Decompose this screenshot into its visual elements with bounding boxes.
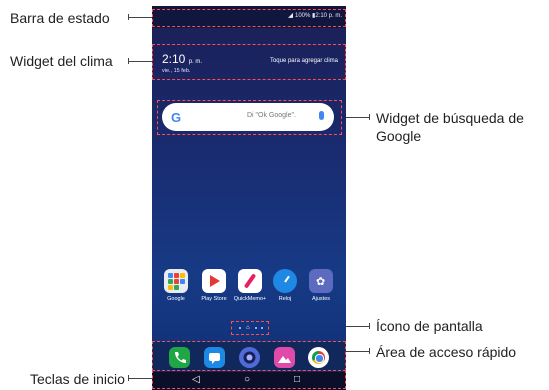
callout-tick-home-keys <box>128 375 129 381</box>
callout-line-home-keys <box>128 378 152 379</box>
callout-tick-google-search <box>369 114 370 120</box>
callout-line-google-search <box>346 117 370 118</box>
app-label-quickmemo: QuickMemo+ <box>233 296 267 302</box>
pen-icon <box>243 273 257 289</box>
folder-tile-icon <box>174 285 179 290</box>
quickmemo-app[interactable] <box>238 269 262 293</box>
app-label-reloj: Reloj <box>278 296 292 302</box>
google-folder-app[interactable] <box>164 269 188 293</box>
app-label-google: Google <box>167 296 185 302</box>
app-label-play-store: Play Store <box>201 296 227 302</box>
callout-quick-access: Área de acceso rápido <box>376 344 517 360</box>
callout-tick-status-bar <box>128 14 129 20</box>
folder-tile-icon <box>174 279 179 284</box>
folder-tile-icon <box>168 285 173 290</box>
clock-icon <box>284 275 290 283</box>
highlight-screen-icon <box>231 321 269 335</box>
callout-google-search-line2: Google <box>376 128 422 144</box>
folder-tile-icon <box>180 279 185 284</box>
highlight-status-bar <box>152 9 346 27</box>
play-store-icon <box>210 275 220 287</box>
callout-home-keys: Teclas de inicio <box>30 371 125 387</box>
gear-icon: ✿ <box>316 276 326 288</box>
folder-tile-icon <box>180 273 185 278</box>
highlight-quick-access <box>152 341 346 371</box>
highlight-weather-widget <box>152 44 346 80</box>
callout-line-weather-widget <box>128 61 152 62</box>
highlight-search-widget <box>157 100 342 135</box>
app-label-ajustes: Ajustes <box>311 296 331 302</box>
folder-tile-icon <box>174 273 179 278</box>
callout-line-status-bar <box>128 17 152 18</box>
folder-tile-icon <box>168 279 173 284</box>
callout-status-bar: Barra de estado <box>10 10 110 26</box>
callout-tick-weather-widget <box>128 58 129 64</box>
settings-app[interactable]: ✿ <box>309 269 333 293</box>
folder-tile-icon <box>168 273 173 278</box>
callout-line-quick-access <box>346 351 370 352</box>
highlight-home-keys <box>152 370 346 389</box>
play-store-app[interactable] <box>202 269 226 293</box>
callout-google-search-line1: Widget de búsqueda de <box>376 110 524 126</box>
clock-app[interactable] <box>273 269 297 293</box>
callout-weather-widget: Widget del clima <box>10 53 113 69</box>
callout-screen-icon: Ícono de pantalla <box>376 318 483 334</box>
callout-tick-quick-access <box>369 348 370 354</box>
callout-tick-screen-icon <box>369 323 370 329</box>
